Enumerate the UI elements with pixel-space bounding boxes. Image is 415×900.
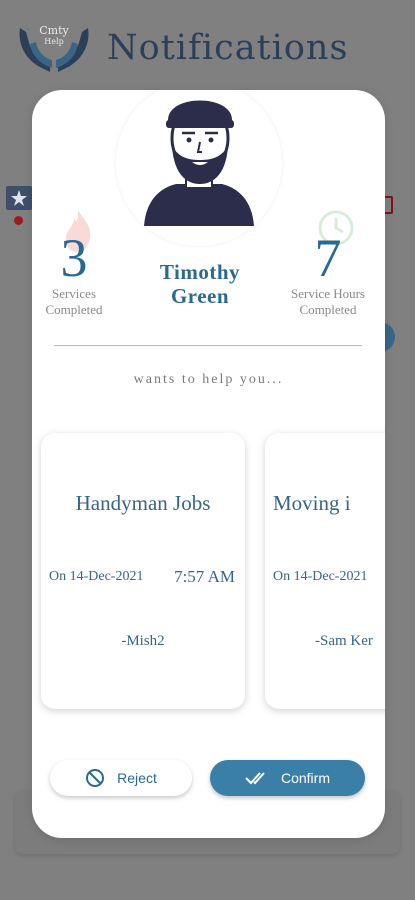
- card-time: 7:57 AM: [174, 567, 235, 586]
- reject-label: Reject: [117, 770, 157, 786]
- page-title: Notifications: [107, 28, 349, 68]
- card-user: -Sam Ker: [315, 633, 373, 649]
- avatar: [116, 90, 282, 246]
- cmty-help-logo: Cmty Help: [19, 24, 89, 72]
- services-completed-count: 3: [60, 228, 88, 288]
- reject-button[interactable]: Reject: [50, 760, 192, 796]
- svg-text:Help: Help: [44, 37, 63, 46]
- help-message: wants to help you...: [133, 372, 284, 387]
- app-header: Cmty Help Notifications: [0, 0, 415, 95]
- card-title: Handyman Jobs: [75, 491, 211, 515]
- service-hours-stat: 7 Service Hours Completed: [287, 230, 369, 318]
- user-avatar-icon: [144, 100, 254, 226]
- card-user: -Mish2: [121, 633, 165, 649]
- confirm-button[interactable]: Confirm: [210, 760, 365, 796]
- provider-name: Timothy Green: [159, 260, 241, 308]
- help-offer-modal: 3 Services Completed Timothy Green 7 Ser…: [32, 90, 385, 838]
- card-title: Moving i: [273, 491, 351, 515]
- services-completed-label: Services Completed: [45, 286, 103, 317]
- block-icon: [86, 769, 105, 787]
- status-dot: [14, 216, 23, 225]
- divider: [54, 345, 362, 346]
- request-card[interactable]: Handyman Jobs On 14-Dec-2021 7:57 AM -Mi…: [41, 433, 245, 709]
- card-date: On 14-Dec-2021: [49, 569, 144, 584]
- service-hours-count: 7: [314, 228, 342, 288]
- services-completed-stat: 3 Services Completed: [42, 230, 106, 318]
- card-date: On 14-Dec-2021: [273, 569, 368, 584]
- logo-text: Cmty: [39, 24, 69, 37]
- double-check-icon: [245, 772, 265, 785]
- request-card[interactable]: Moving i On 14-Dec-2021 -Sam Ker: [265, 433, 385, 709]
- service-hours-label: Service Hours Completed: [290, 286, 365, 317]
- confirm-label: Confirm: [280, 770, 330, 786]
- flag-icon: [6, 186, 32, 210]
